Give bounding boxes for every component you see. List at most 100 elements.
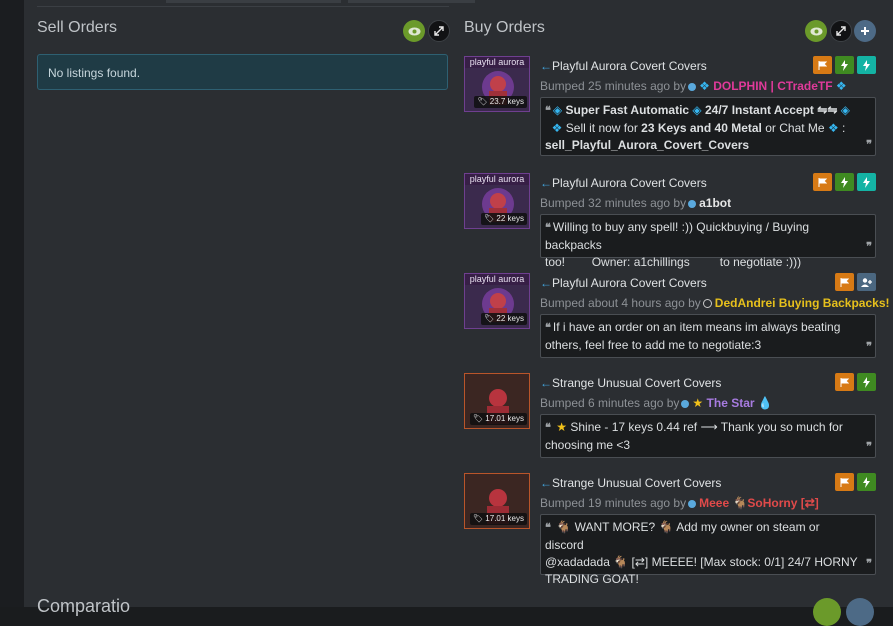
instant-trade-teal-button[interactable]	[857, 56, 876, 74]
listing-row: playful aurora 🏷 22 keys ←Playful Aurora…	[464, 173, 876, 269]
buy-orders-title: Buy Orders	[464, 19, 545, 36]
item-name[interactable]: ←Playful Aurora Covert Covers	[540, 276, 707, 290]
item-thumbnail[interactable]: playful aurora 🏷 22 keys	[464, 273, 530, 329]
item-name[interactable]: ←Playful Aurora Covert Covers	[540, 176, 707, 190]
star-icon: ★	[556, 420, 568, 434]
arrow-left-icon: ←	[540, 376, 552, 390]
effect-label: playful aurora	[465, 57, 529, 68]
offline-dot-icon	[702, 299, 712, 308]
buy-toggle-visibility-button[interactable]	[805, 20, 827, 42]
bolt-icon	[863, 176, 870, 188]
online-dot-icon	[688, 500, 697, 508]
bolt-icon	[863, 59, 870, 71]
report-button[interactable]	[813, 56, 832, 74]
next-section-eye-button[interactable]	[813, 598, 841, 626]
effect-label: playful aurora	[465, 274, 529, 285]
arrow-left-icon: ←	[540, 176, 552, 190]
user-link[interactable]: DedAndrei Buying Backpacks!	[715, 296, 890, 310]
arrow-left-icon: ←	[540, 59, 552, 73]
tag-icon: 🏷	[477, 97, 488, 106]
bumped-line: Bumped 6 minutes ago by ★ The Star 💧	[540, 396, 773, 410]
quote-icon: ❝	[545, 105, 551, 117]
listing-row: playful aurora 🏷 23.7 keys ←Playful Auro…	[464, 56, 876, 156]
add-friend-button[interactable]	[857, 273, 876, 291]
item-thumbnail[interactable]: 🏷 17.01 keys	[464, 373, 530, 429]
quote-icon: ❞	[866, 441, 872, 453]
item-name[interactable]: ←Strange Unusual Covert Covers	[540, 476, 721, 490]
effect-label: playful aurora	[465, 174, 529, 185]
flag-icon	[818, 177, 827, 187]
add-buy-order-button[interactable]	[854, 20, 876, 42]
item-name[interactable]: ←Playful Aurora Covert Covers	[540, 59, 707, 73]
tag-icon: 🏷	[484, 314, 495, 323]
user-link[interactable]: DOLPHIN | CTradeTF	[713, 79, 832, 93]
instant-trade-button[interactable]	[857, 473, 876, 491]
arrow-left-icon: ←	[540, 276, 552, 290]
user-link[interactable]: The Star	[707, 396, 755, 410]
quote-icon: ❞	[866, 139, 872, 151]
instant-trade-button[interactable]	[835, 56, 854, 74]
sell-expand-button[interactable]	[428, 20, 450, 42]
goat-icon: 🐐	[732, 496, 748, 510]
buy-expand-button[interactable]	[830, 20, 852, 42]
quote-icon: ❝	[545, 522, 551, 534]
quote-icon: ❝	[545, 422, 551, 434]
item-thumbnail[interactable]: playful aurora 🏷 23.7 keys	[464, 56, 530, 112]
next-section-plus-button[interactable]	[846, 598, 874, 626]
item-thumbnail[interactable]: playful aurora 🏷 22 keys	[464, 173, 530, 229]
goat-icon: 🐐	[556, 520, 572, 534]
eye-icon	[810, 27, 822, 35]
report-button[interactable]	[835, 373, 854, 391]
bumped-line: Bumped 19 minutes ago by Meee 🐐SoHorny [⇄…	[540, 496, 819, 510]
diamond-icon: ◈	[692, 103, 702, 117]
report-button[interactable]	[835, 473, 854, 491]
divider	[37, 6, 449, 7]
bolt-icon	[841, 59, 848, 71]
arrow-left-icon: ←	[540, 476, 552, 490]
price-tag: 🏷 23.7 keys	[474, 96, 527, 108]
badge-group	[813, 173, 876, 191]
listing-row: playful aurora 🏷 22 keys ←Playful Aurora…	[464, 273, 890, 358]
flag-icon	[840, 277, 849, 287]
badge-group	[835, 273, 876, 291]
no-listings-alert: No listings found.	[37, 54, 448, 90]
goat-icon: 🐐	[658, 520, 674, 534]
online-dot-icon	[681, 400, 690, 408]
badge-group	[835, 373, 876, 391]
eye-icon	[408, 27, 420, 35]
listing-comment: ❝ ★ Shine - 17 keys 0.44 ref ⟶ Thank you…	[540, 414, 876, 458]
top-control-edge	[166, 0, 341, 3]
bolt-icon	[863, 376, 870, 388]
sell-orders-title: Sell Orders	[37, 19, 118, 36]
bolt-icon	[841, 176, 848, 188]
diamond-icon: ◈	[552, 103, 563, 117]
quote-icon: ❞	[866, 558, 872, 570]
item-name[interactable]: ←Strange Unusual Covert Covers	[540, 376, 721, 390]
goat-icon: 🐐	[613, 555, 629, 569]
online-dot-icon	[688, 83, 697, 91]
instant-trade-button[interactable]	[835, 173, 854, 191]
item-thumbnail[interactable]: 🏷 17.01 keys	[464, 473, 530, 529]
quote-icon: ❞	[866, 241, 872, 253]
price-tag: 🏷 22 keys	[481, 213, 527, 225]
price-tag: 🏷 22 keys	[481, 313, 527, 325]
instant-trade-teal-button[interactable]	[857, 173, 876, 191]
listing-row: 🏷 17.01 keys ←Strange Unusual Covert Cov…	[464, 373, 876, 458]
report-button[interactable]	[813, 173, 832, 191]
expand-icon	[836, 26, 846, 36]
left-gutter	[0, 0, 24, 607]
price-tag: 🏷 17.01 keys	[469, 413, 527, 425]
user-link[interactable]: Meee 🐐SoHorny [⇄]	[699, 496, 819, 510]
bolt-icon	[863, 476, 870, 488]
quote-icon: ❝	[545, 222, 551, 234]
instant-trade-button[interactable]	[857, 373, 876, 391]
online-dot-icon	[688, 200, 697, 208]
tag-icon: 🏷	[472, 414, 484, 423]
report-button[interactable]	[835, 273, 854, 291]
diamond-icon: ❖	[699, 79, 710, 93]
tag-icon: 🏷	[484, 214, 495, 223]
add-friend-icon	[861, 277, 872, 287]
user-link[interactable]: a1bot	[699, 196, 731, 210]
sell-toggle-visibility-button[interactable]	[403, 20, 425, 42]
price-tag: 🏷 17.01 keys	[469, 513, 527, 525]
